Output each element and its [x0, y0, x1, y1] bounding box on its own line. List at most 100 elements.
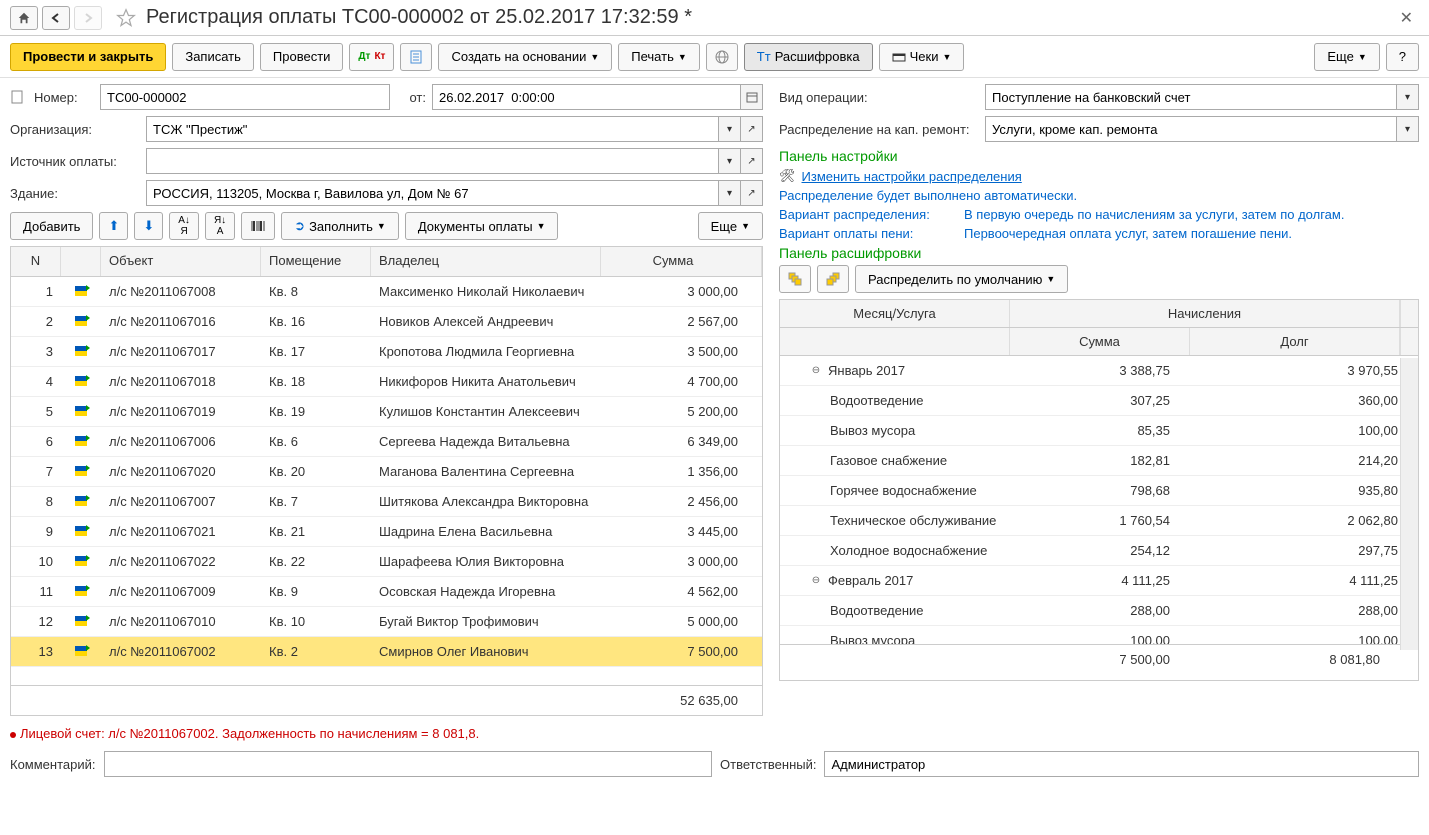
row-flag-icon	[75, 586, 87, 596]
col-sum[interactable]: Сумма	[601, 247, 762, 276]
sub-more-button[interactable]: Еще ▼	[698, 212, 763, 240]
building-input[interactable]	[146, 180, 719, 206]
detail-item-row[interactable]: Горячее водоснабжение798,68935,80	[780, 476, 1418, 506]
table-row[interactable]: 13л/с №2011067002Кв. 2Смирнов Олег Ивано…	[11, 637, 762, 667]
forward-button	[74, 6, 102, 30]
globe-icon-button[interactable]	[706, 43, 738, 71]
v-scrollbar[interactable]	[1400, 358, 1418, 650]
back-button[interactable]	[42, 6, 70, 30]
detail-item-row[interactable]: Холодное водоснабжение254,12297,75	[780, 536, 1418, 566]
create-based-button[interactable]: Создать на основании ▼	[438, 43, 612, 71]
warning-icon	[10, 732, 16, 738]
table-row[interactable]: 7л/с №2011067020Кв. 20Маганова Валентина…	[11, 457, 762, 487]
fill-button[interactable]: ➲ Заполнить ▼	[281, 212, 399, 240]
penalty-value: Первоочередная оплата услуг, затем погаш…	[964, 226, 1292, 241]
table-row[interactable]: 6л/с №2011067006Кв. 6Сергеева Надежда Ви…	[11, 427, 762, 457]
row-flag-icon	[75, 406, 87, 416]
detail-item-row[interactable]: Водоотведение288,00288,00	[780, 596, 1418, 626]
table-row[interactable]: 10л/с №2011067022Кв. 22Шарафеева Юлия Ви…	[11, 547, 762, 577]
dropdown-icon[interactable]: ▾	[719, 180, 741, 206]
collapse-icon[interactable]: ⊖	[810, 365, 822, 377]
col-object[interactable]: Объект	[101, 247, 261, 276]
detail-item-row[interactable]: Водоотведение307,25360,00	[780, 386, 1418, 416]
detail-item-row[interactable]: Техническое обслуживание1 760,542 062,80	[780, 506, 1418, 536]
move-down-button[interactable]: ⬇	[134, 212, 163, 240]
building-label: Здание:	[10, 186, 140, 201]
open-icon[interactable]: ↗	[741, 180, 763, 206]
col-n[interactable]: N	[11, 247, 61, 276]
detail-item-row[interactable]: Вывоз мусора100,00100,00	[780, 626, 1418, 644]
distribute-default-button[interactable]: Распределить по умолчанию ▼	[855, 265, 1068, 293]
close-button[interactable]: ✕	[1394, 8, 1419, 28]
checks-button[interactable]: Чеки ▼	[879, 43, 965, 71]
number-input[interactable]	[100, 84, 390, 110]
comment-input[interactable]	[104, 751, 713, 777]
distr-input[interactable]	[985, 116, 1397, 142]
date-input[interactable]	[432, 84, 741, 110]
col-month-service[interactable]: Месяц/Услуга	[780, 300, 1010, 327]
more-button[interactable]: Еще ▼	[1314, 43, 1379, 71]
dropdown-icon[interactable]: ▾	[719, 116, 741, 142]
expand-all-button[interactable]	[779, 265, 811, 293]
col-charges[interactable]: Начисления	[1010, 300, 1400, 327]
decode-button[interactable]: Тт Расшифровка	[744, 43, 873, 71]
total-sum: 52 635,00	[601, 688, 762, 713]
h-scrollbar[interactable]	[11, 715, 762, 716]
dropdown-icon[interactable]: ▾	[719, 148, 741, 174]
calendar-icon[interactable]	[741, 84, 763, 110]
op-type-input[interactable]	[985, 84, 1397, 110]
table-row[interactable]: 3л/с №2011067017Кв. 17Кропотова Людмила …	[11, 337, 762, 367]
help-button[interactable]: ?	[1386, 43, 1419, 71]
home-button[interactable]	[10, 6, 38, 30]
barcode-button[interactable]	[241, 212, 275, 240]
detail-group-row[interactable]: ⊖Январь 20173 388,753 970,55	[780, 356, 1418, 386]
responsible-label: Ответственный:	[720, 757, 816, 772]
settings-panel-title: Панель настройки	[779, 148, 1419, 164]
table-row[interactable]: 2л/с №2011067016Кв. 16Новиков Алексей Ан…	[11, 307, 762, 337]
table-row[interactable]: 9л/с №2011067021Кв. 21Шадрина Елена Васи…	[11, 517, 762, 547]
row-flag-icon	[75, 376, 87, 386]
org-input[interactable]	[146, 116, 719, 142]
row-flag-icon	[75, 526, 87, 536]
table-row[interactable]: 4л/с №2011067018Кв. 18Никифоров Никита А…	[11, 367, 762, 397]
open-icon[interactable]: ↗	[741, 116, 763, 142]
post-and-close-button[interactable]: Провести и закрыть	[10, 43, 166, 71]
col-sum[interactable]: Сумма	[1010, 328, 1190, 355]
dropdown-icon[interactable]: ▾	[1397, 84, 1419, 110]
sort-asc-button[interactable]: А↓Я	[169, 212, 199, 240]
print-button[interactable]: Печать ▼	[618, 43, 700, 71]
comment-label: Комментарий:	[10, 757, 96, 772]
row-flag-icon	[75, 466, 87, 476]
table-row[interactable]: 11л/с №2011067009Кв. 9Осовская Надежда И…	[11, 577, 762, 607]
table-row[interactable]: 5л/с №2011067019Кв. 19Кулишов Константин…	[11, 397, 762, 427]
pay-docs-button[interactable]: Документы оплаты ▼	[405, 212, 559, 240]
row-flag-icon	[75, 646, 87, 656]
table-row[interactable]: 12л/с №2011067010Кв. 10Бугай Виктор Троф…	[11, 607, 762, 637]
open-icon[interactable]: ↗	[741, 148, 763, 174]
sort-desc-button[interactable]: Я↓А	[205, 212, 235, 240]
table-row[interactable]: 1л/с №2011067008Кв. 8Максименко Николай …	[11, 277, 762, 307]
post-button[interactable]: Провести	[260, 43, 344, 71]
save-button[interactable]: Записать	[172, 43, 254, 71]
dropdown-icon[interactable]: ▾	[1397, 116, 1419, 142]
detail-item-row[interactable]: Газовое снабжение182,81214,20	[780, 446, 1418, 476]
add-row-button[interactable]: Добавить	[10, 212, 93, 240]
collapse-icon[interactable]: ⊖	[810, 575, 822, 587]
detail-item-row[interactable]: Вывоз мусора85,35100,00	[780, 416, 1418, 446]
favorite-icon[interactable]	[114, 6, 138, 30]
op-type-label: Вид операции:	[779, 90, 979, 105]
collapse-all-button[interactable]	[817, 265, 849, 293]
table-row[interactable]: 8л/с №2011067007Кв. 7Шитякова Александра…	[11, 487, 762, 517]
dt-kt-button[interactable]: ДтКт	[349, 43, 394, 71]
responsible-input[interactable]	[824, 751, 1419, 777]
move-up-button[interactable]: ⬆	[99, 212, 128, 240]
col-room[interactable]: Помещение	[261, 247, 371, 276]
col-owner[interactable]: Владелец	[371, 247, 601, 276]
source-input[interactable]	[146, 148, 719, 174]
detail-table: Месяц/Услуга Начисления Сумма Долг ⊖Янва…	[779, 299, 1419, 681]
detail-group-row[interactable]: ⊖Февраль 20174 111,254 111,25	[780, 566, 1418, 596]
row-flag-icon	[75, 496, 87, 506]
document-icon-button[interactable]	[400, 43, 432, 71]
col-debt[interactable]: Долг	[1190, 328, 1400, 355]
edit-settings-link[interactable]: Изменить настройки распределения	[802, 169, 1022, 184]
